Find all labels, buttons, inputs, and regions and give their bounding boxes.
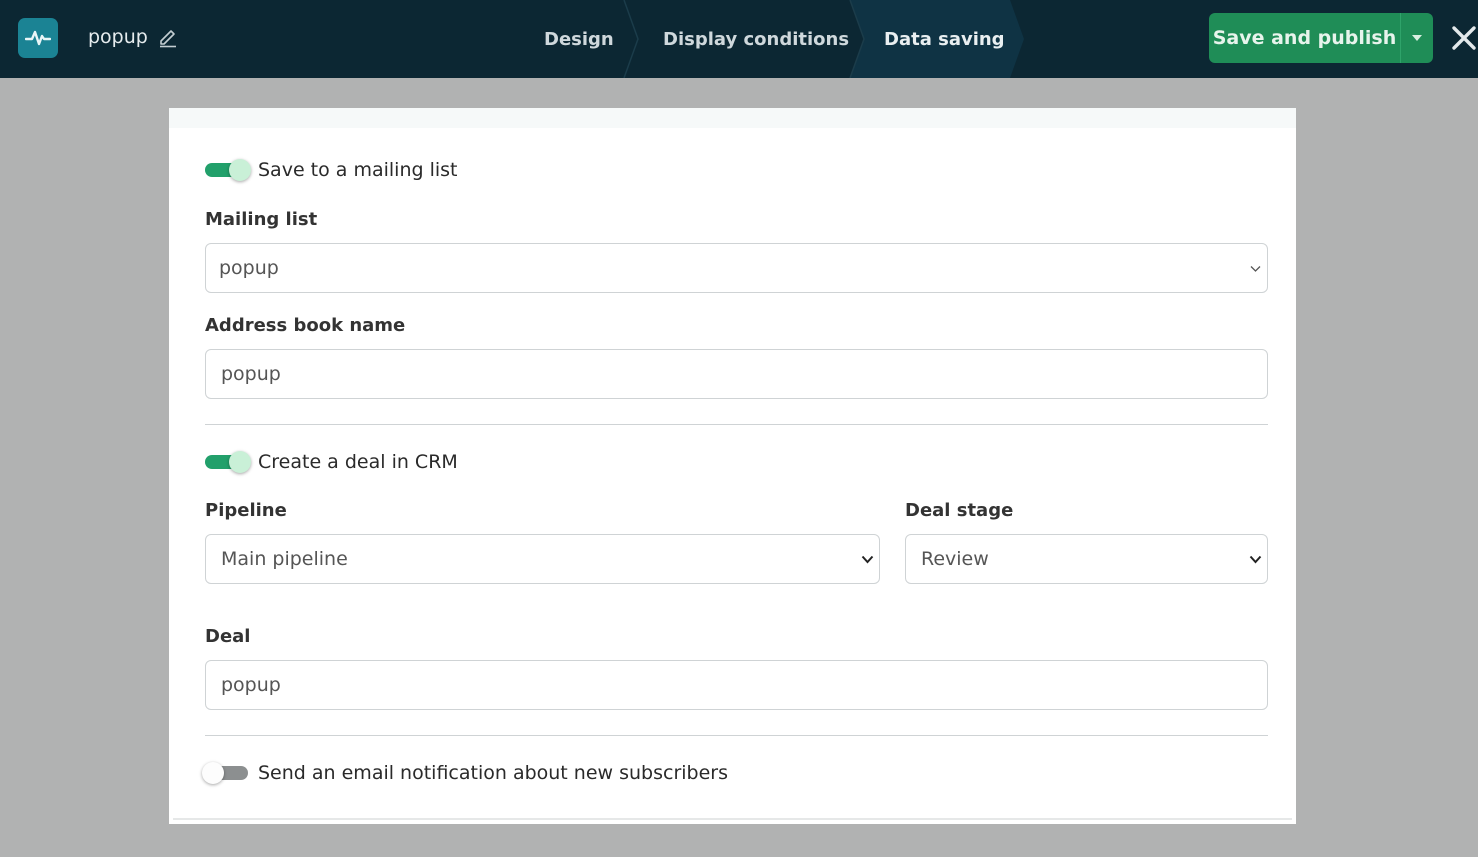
deal-stage-value: Review — [921, 548, 989, 570]
chevron-down-icon — [861, 555, 874, 564]
deal-value: popup — [221, 674, 281, 696]
deal-input[interactable]: popup — [205, 660, 1268, 710]
save-to-mailing-list-label: Save to a mailing list — [258, 159, 458, 181]
close-icon[interactable] — [1451, 25, 1477, 51]
address-book-name-value: popup — [221, 363, 281, 385]
tab-design[interactable]: Design — [544, 0, 614, 78]
publish-options-button[interactable] — [1401, 13, 1433, 63]
mailing-list-value: popup — [219, 257, 279, 279]
mailing-list-select[interactable]: popup — [205, 243, 1268, 293]
address-book-name-input[interactable]: popup — [205, 349, 1268, 399]
tab-data-saving[interactable]: Data saving — [884, 0, 1005, 78]
email-notification-label: Send an email notification about new sub… — [258, 762, 729, 784]
save-and-publish-button[interactable]: Save and publish — [1209, 13, 1401, 63]
tab-display-conditions[interactable]: Display conditions — [663, 0, 849, 78]
create-deal-in-crm-label: Create a deal in CRM — [258, 451, 458, 473]
pulse-logo-icon[interactable] — [18, 18, 58, 58]
deal-stage-label: Deal stage — [905, 500, 1014, 521]
caret-down-icon — [1412, 35, 1422, 41]
step-separator — [623, 0, 639, 78]
panel-header-strip — [169, 108, 1296, 128]
step-separator — [849, 0, 865, 78]
step-navigation: Design Display conditions Data saving — [514, 0, 1034, 78]
pencil-icon[interactable] — [157, 26, 179, 48]
address-book-name-label: Address book name — [205, 315, 406, 336]
mailing-list-label: Mailing list — [205, 209, 318, 230]
chevron-down-icon — [1250, 266, 1261, 272]
pipeline-label: Pipeline — [205, 500, 287, 521]
deal-stage-select[interactable]: Review — [905, 534, 1268, 584]
popup-title: popup — [88, 26, 148, 48]
save-and-publish-group: Save and publish — [1209, 13, 1433, 63]
pipeline-value: Main pipeline — [221, 548, 348, 570]
data-saving-panel: Save to a mailing list Mailing list popu… — [169, 108, 1296, 824]
create-deal-in-crm-toggle[interactable] — [205, 450, 253, 476]
panel-bottom-border — [173, 818, 1292, 820]
section-divider — [205, 424, 1268, 425]
save-to-mailing-list-toggle[interactable] — [205, 158, 253, 184]
top-bar: popup Design Display conditions Data sav… — [0, 0, 1478, 78]
email-notification-toggle[interactable] — [202, 761, 250, 787]
chevron-down-icon — [1249, 555, 1262, 564]
deal-label: Deal — [205, 626, 251, 647]
section-divider — [205, 735, 1268, 736]
pipeline-select[interactable]: Main pipeline — [205, 534, 880, 584]
